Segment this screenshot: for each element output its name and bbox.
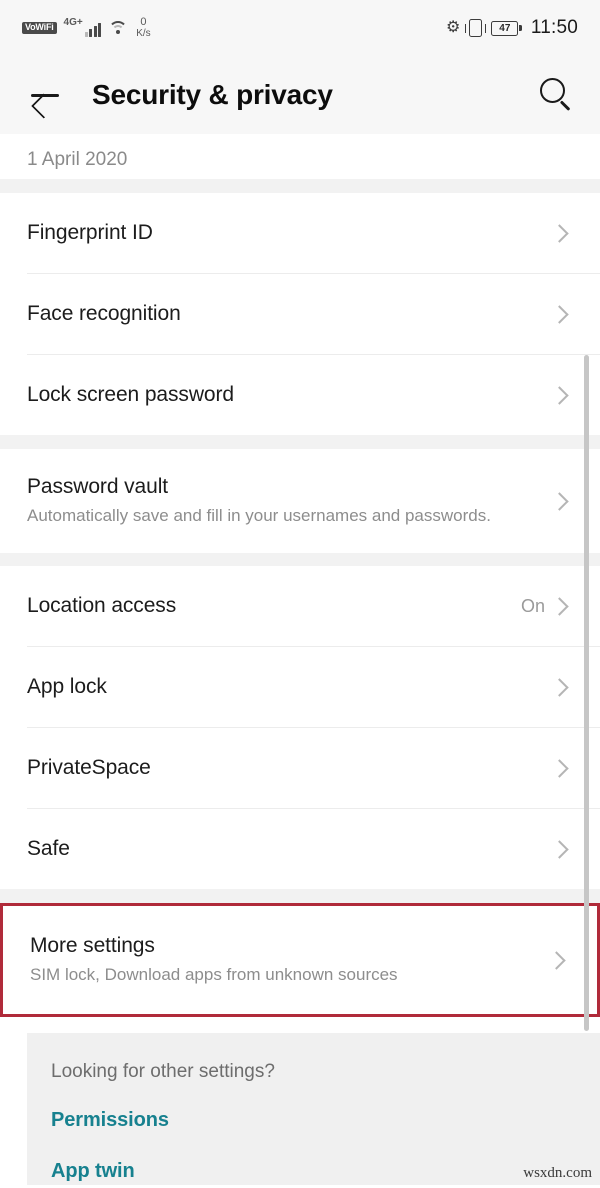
chevron-right-icon	[550, 596, 569, 616]
group-separator	[0, 179, 600, 193]
list-item-title: Face recognition	[27, 301, 181, 325]
list-item[interactable]: Lock screen password	[0, 355, 600, 435]
link-app-twin[interactable]: App twin	[51, 1160, 600, 1183]
list-item-title: Fingerprint ID	[27, 220, 153, 244]
list-item-title: App lock	[27, 674, 107, 698]
chevron-right-icon	[550, 385, 569, 405]
group-separator	[0, 889, 600, 903]
list-item[interactable]: Face recognition	[0, 274, 600, 354]
group-separator	[0, 435, 600, 449]
cellular-signal-icon: 4G+	[63, 17, 102, 38]
list-item[interactable]: App lock	[0, 647, 600, 727]
battery-percent-label: 47	[491, 20, 519, 36]
list-item[interactable]: Fingerprint ID	[0, 193, 600, 273]
list-item-title: PrivateSpace	[27, 755, 151, 779]
link-permissions[interactable]: Permissions	[51, 1109, 600, 1132]
chevron-right-icon	[547, 950, 566, 970]
list-item-title: Location access	[27, 593, 177, 617]
status-bar-right: ⚙︎ 47 11:50	[446, 17, 578, 39]
chevron-right-icon	[550, 304, 569, 324]
other-settings-card: Looking for other settings? Permissions …	[27, 1033, 600, 1185]
battery-icon: 47	[491, 20, 522, 36]
settings-scroll-content[interactable]: 1 April 2020 Fingerprint ID Face recogni…	[0, 134, 600, 1185]
wifi-icon	[108, 20, 128, 35]
status-bar: VoWiFi 4G+ 0 K/s ⚙︎ 47 11:50	[0, 0, 600, 56]
chevron-right-icon	[550, 839, 569, 859]
more-settings-highlight-box: More settings SIM lock, Download apps fr…	[0, 903, 600, 1017]
list-item[interactable]: Location access On	[0, 566, 600, 646]
app-header: Security & privacy	[0, 56, 600, 134]
list-item-value: On	[520, 595, 545, 616]
vibrate-icon	[465, 19, 487, 37]
network-type-label: 4G+	[63, 17, 83, 29]
vowifi-icon: VoWiFi	[22, 21, 57, 34]
bluetooth-icon: ⚙︎	[446, 19, 461, 36]
vertical-scrollbar[interactable]	[584, 355, 589, 1031]
status-bar-clock: 11:50	[530, 17, 578, 38]
list-item-more-settings[interactable]: More settings SIM lock, Download apps fr…	[3, 906, 597, 1014]
status-bar-left: VoWiFi 4G+ 0 K/s	[22, 15, 151, 39]
date-row: 1 April 2020	[0, 134, 600, 179]
list-item-subtitle: SIM lock, Download apps from unknown sou…	[30, 964, 398, 984]
list-item[interactable]: Password vault Automatically save and fi…	[0, 449, 600, 553]
chevron-right-icon	[550, 491, 569, 511]
list-item-subtitle: Automatically save and fill in your user…	[27, 505, 491, 525]
signal-bars-icon	[84, 22, 102, 38]
group-separator	[0, 553, 600, 566]
list-item-title: Safe	[27, 836, 70, 860]
list-item-title: Password vault	[27, 474, 168, 498]
list-item-title: Lock screen password	[27, 382, 234, 406]
chevron-right-icon	[550, 677, 569, 697]
date-label: 1 April 2020	[27, 149, 128, 170]
settings-group-password-vault: Password vault Automatically save and fi…	[0, 449, 600, 553]
settings-group-biometrics: Fingerprint ID Face recognition Lock scr…	[0, 193, 600, 435]
list-item[interactable]: PrivateSpace	[0, 728, 600, 808]
list-item-title: More settings	[30, 933, 155, 957]
back-arrow-icon[interactable]	[24, 74, 66, 116]
chevron-right-icon	[550, 223, 569, 243]
network-speed-indicator: 0 K/s	[136, 15, 151, 39]
watermark: wsxdn.com	[523, 1165, 592, 1181]
search-icon[interactable]	[536, 75, 576, 115]
other-settings-question: Looking for other settings?	[51, 1061, 275, 1082]
chevron-right-icon	[550, 758, 569, 778]
settings-group-privacy: Location access On App lock PrivateSpace…	[0, 566, 600, 889]
page-title: Security & privacy	[92, 79, 333, 110]
list-item[interactable]: Safe	[0, 809, 600, 889]
network-speed-value: 0	[140, 15, 147, 28]
network-speed-unit: K/s	[136, 27, 151, 39]
